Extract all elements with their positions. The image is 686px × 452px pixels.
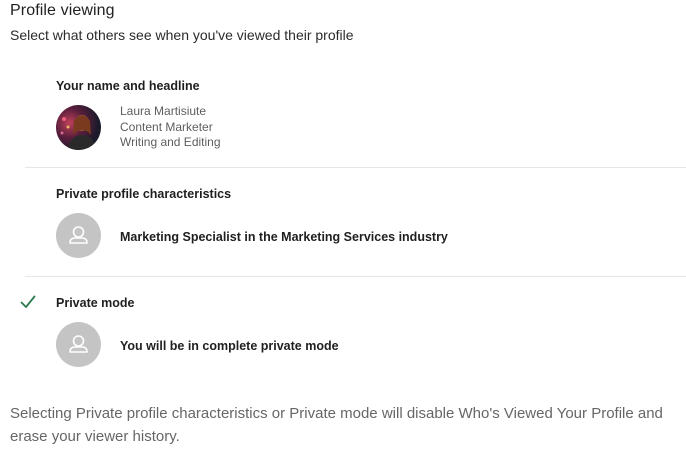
- private-mode-detail: You will be in complete private mode: [120, 339, 339, 353]
- profile-name: Laura Martisiute: [120, 104, 207, 118]
- profile-headline: Content Marketer: [120, 119, 213, 134]
- person-placeholder-icon: [56, 213, 101, 258]
- person-placeholder-icon: [56, 322, 101, 367]
- profile-details: Laura Martisiute Content Marketer Writin…: [120, 104, 221, 151]
- avatar-profile-photo: [56, 105, 101, 150]
- option-title: Private profile characteristics: [56, 187, 232, 201]
- checkmark-icon: [19, 293, 37, 311]
- profile-industry: Writing and Editing: [120, 135, 221, 149]
- characteristics-detail: Marketing Specialist in the Marketing Se…: [120, 230, 448, 244]
- option-title: Private mode: [56, 296, 135, 310]
- option-title: Your name and headline: [56, 79, 200, 93]
- page-subtitle: Select what others see when you've viewe…: [10, 27, 354, 43]
- option-name-and-headline[interactable]: Your name and headline Laura Martisiute …: [25, 70, 686, 168]
- option-private-profile-characteristics[interactable]: Private profile characteristics Marketin…: [25, 168, 686, 277]
- page-title: Profile viewing: [10, 2, 115, 19]
- option-private-mode[interactable]: Private mode You will be in complete pri…: [20, 277, 686, 377]
- footer-note: Selecting Private profile characteristic…: [10, 405, 663, 445]
